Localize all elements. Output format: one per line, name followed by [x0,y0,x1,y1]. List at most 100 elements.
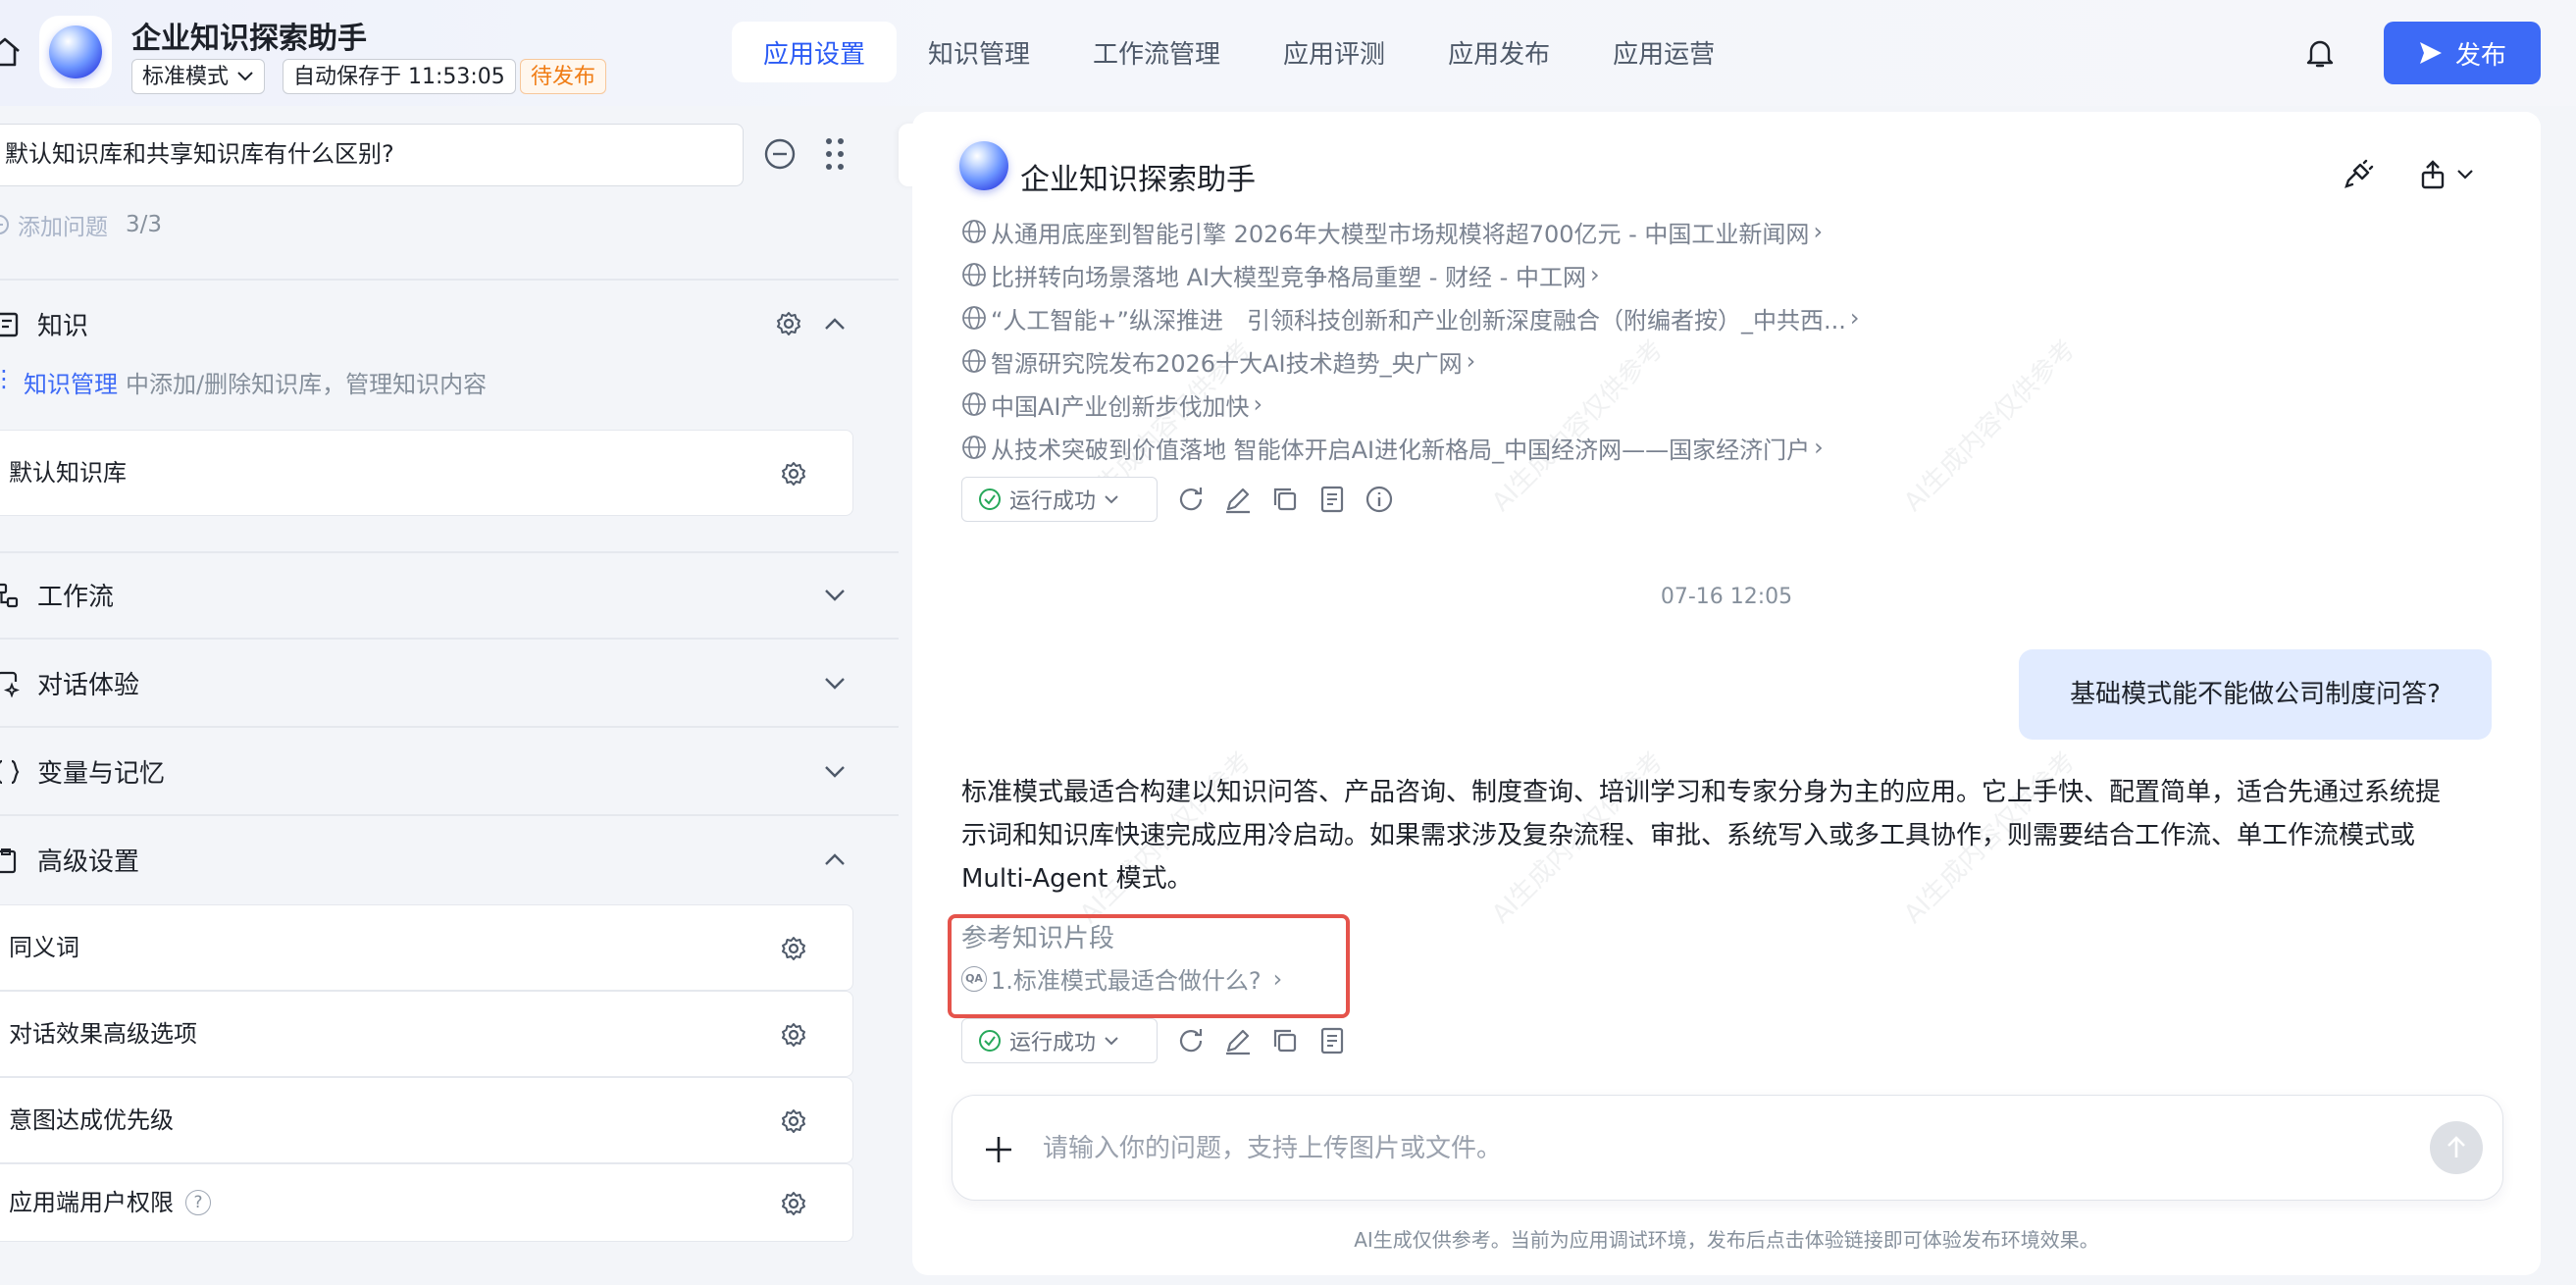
section-advanced-settings[interactable]: 高级设置 [0,830,863,889]
tab-app-publish[interactable]: 应用发布 [1417,22,1581,82]
tab-app-operation[interactable]: 应用运营 [1581,22,1746,82]
divider [0,638,899,640]
note-icon[interactable] [1316,1025,1348,1056]
section-dialog-experience[interactable]: 对话体验 [0,653,863,712]
source-item[interactable]: “人工智能+”纵深推进 引领科技创新和产业创新深度融合（附编者按）_中共西...… [961,296,1859,339]
chevron-right-icon: › [1849,304,1860,332]
tab-app-evaluation[interactable]: 应用评测 [1252,22,1417,82]
source-title: 中国AI产业创新步伐加快 [991,392,1250,421]
run-status-dropdown[interactable]: 运行成功 [961,1018,1158,1063]
globe-icon [962,349,986,373]
source-item[interactable]: 比拼转向场景落地 AI大模型竞争格局重塑 - 财经 - 中工网 › [961,253,1859,296]
divider [0,551,899,553]
run-status-label: 运行成功 [1009,1031,1097,1055]
suggested-question-input[interactable]: 默认知识库和共享知识库有什么区别? [0,124,744,186]
section-variables-memory[interactable]: 变量与记忆 [0,742,863,800]
bell-icon[interactable] [2305,37,2335,69]
qa-icon: QA [961,965,987,992]
top-header: 企业知识探索助手 标准模式 自动保存于 11:53:05 待发布 应用设置 知识… [0,0,2576,106]
source-title: “人工智能+”纵深推进 引领科技创新和产业创新深度融合（附编者按）_中共西... [991,306,1846,334]
run-status-dropdown[interactable]: 运行成功 [961,477,1158,522]
share-icon [2421,160,2445,189]
advanced-item-synonyms[interactable]: 同义词 [0,904,853,991]
debug-chat-panel: AI生成内容仅供参考 AI生成内容仅供参考 AI生成内容仅供参考 AI生成内容仅… [912,112,2541,1275]
chevron-up-icon[interactable] [822,312,848,335]
remove-circle-icon[interactable] [761,135,799,173]
source-title: 从技术突破到价值落地 智能体开启AI进化新格局_中国经济网——国家经济门户 [991,436,1811,464]
regenerate-icon[interactable] [1175,1025,1207,1056]
note-icon[interactable] [1316,484,1348,515]
question-count: 3/3 [126,212,163,237]
advanced-item-dialog-options[interactable]: 对话效果高级选项 [0,991,853,1077]
regenerate-icon[interactable] [1175,484,1207,515]
chat-input[interactable] [1043,1119,2357,1178]
chevron-down-icon[interactable] [822,671,848,694]
tab-app-settings[interactable]: 应用设置 [732,22,898,82]
hint-prefix-icon: ⋮ [0,365,16,392]
copy-icon[interactable] [1269,1025,1301,1056]
advanced-item-label: 同义词 [9,934,79,961]
advanced-item-label: 意图达成优先级 [9,1106,174,1134]
knowledge-base-card[interactable]: 默认知识库 [0,430,853,516]
advanced-item-user-permissions[interactable]: 应用端用户权限 ? [0,1163,853,1242]
plus-icon[interactable] [982,1133,1015,1166]
watermark: AI生成内容仅供参考 [1898,334,2082,518]
check-circle-icon [979,1030,1001,1052]
mode-dropdown[interactable]: 标准模式 [131,59,266,94]
source-item[interactable]: 从技术突破到价值落地 智能体开启AI进化新格局_中国经济网——国家经济门户 › [961,426,1859,469]
gear-icon[interactable] [780,1190,807,1217]
reference-item[interactable]: QA 1.标准模式最适合做什么? › [961,961,1282,996]
knowledge-hint-text: 中添加/删除知识库，管理知识内容 [126,371,488,398]
info-icon[interactable] [1364,484,1395,515]
globe-icon [962,306,986,330]
gear-icon[interactable] [780,1021,807,1049]
source-title: 从通用底座到智能引擎 2026年大模型市场规模将超700亿元 - 中国工业新闻网 [991,220,1810,248]
chat-composer [952,1095,2503,1201]
share-dropdown[interactable] [2419,159,2474,190]
edit-icon[interactable] [1222,1025,1254,1056]
config-panel: 默认知识库和共享知识库有什么区别? 添加问题 3/3 知识 ⋮ 知识管理 中添加… [0,106,899,1285]
section-dialog-title: 对话体验 [37,670,140,700]
user-message: 基础模式能不能做公司制度问答? [2019,649,2492,740]
chevron-up-icon[interactable] [822,848,848,871]
publish-label: 发布 [2454,40,2506,71]
app-logo [39,16,112,88]
source-item[interactable]: 智源研究院发布2026十大AI技术趋势_央广网 › [961,339,1859,383]
message-timestamp: 07-16 12:05 [1660,585,1793,609]
knowledge-management-link[interactable]: 知识管理 [24,365,118,399]
source-item[interactable]: 中国AI产业创新步伐加快 › [961,383,1859,426]
divider [0,279,899,281]
copy-icon[interactable] [1269,484,1301,515]
drag-handle-icon[interactable] [820,133,850,175]
add-question-label: 添加问题 [18,215,108,240]
chevron-down-icon[interactable] [822,583,848,606]
add-question-button[interactable]: 添加问题 3/3 [0,208,162,241]
braces-icon [0,759,20,785]
globe-icon [962,436,986,459]
plug-icon[interactable] [2343,159,2374,190]
tab-workflow-management[interactable]: 工作流管理 [1061,22,1252,82]
publish-button[interactable]: 发布 [2384,22,2541,84]
send-icon [2419,42,2442,64]
chevron-down-icon [1105,495,1118,504]
plus-circle-icon [0,215,9,234]
source-list: 从通用底座到智能引擎 2026年大模型市场规模将超700亿元 - 中国工业新闻网… [961,210,1859,469]
section-variables-title: 变量与记忆 [37,758,166,789]
gear-icon[interactable] [780,935,807,962]
assistant-avatar [959,141,1008,190]
edit-icon[interactable] [1222,484,1254,515]
chevron-right-icon: › [1814,434,1824,461]
message-actions [1175,484,1395,515]
send-button[interactable] [2430,1121,2483,1174]
gear-icon[interactable] [780,460,807,488]
gear-icon[interactable] [780,1107,807,1135]
section-knowledge[interactable]: 知识 [0,294,863,353]
section-workflow[interactable]: 工作流 [0,565,863,624]
gear-icon[interactable] [775,310,802,337]
tab-knowledge-management[interactable]: 知识管理 [897,22,1061,82]
message-actions [1175,1025,1348,1056]
help-icon[interactable]: ? [185,1190,211,1215]
home-icon[interactable] [0,35,22,69]
advanced-item-intent-priority[interactable]: 意图达成优先级 [0,1077,853,1163]
chevron-down-icon[interactable] [822,759,848,783]
